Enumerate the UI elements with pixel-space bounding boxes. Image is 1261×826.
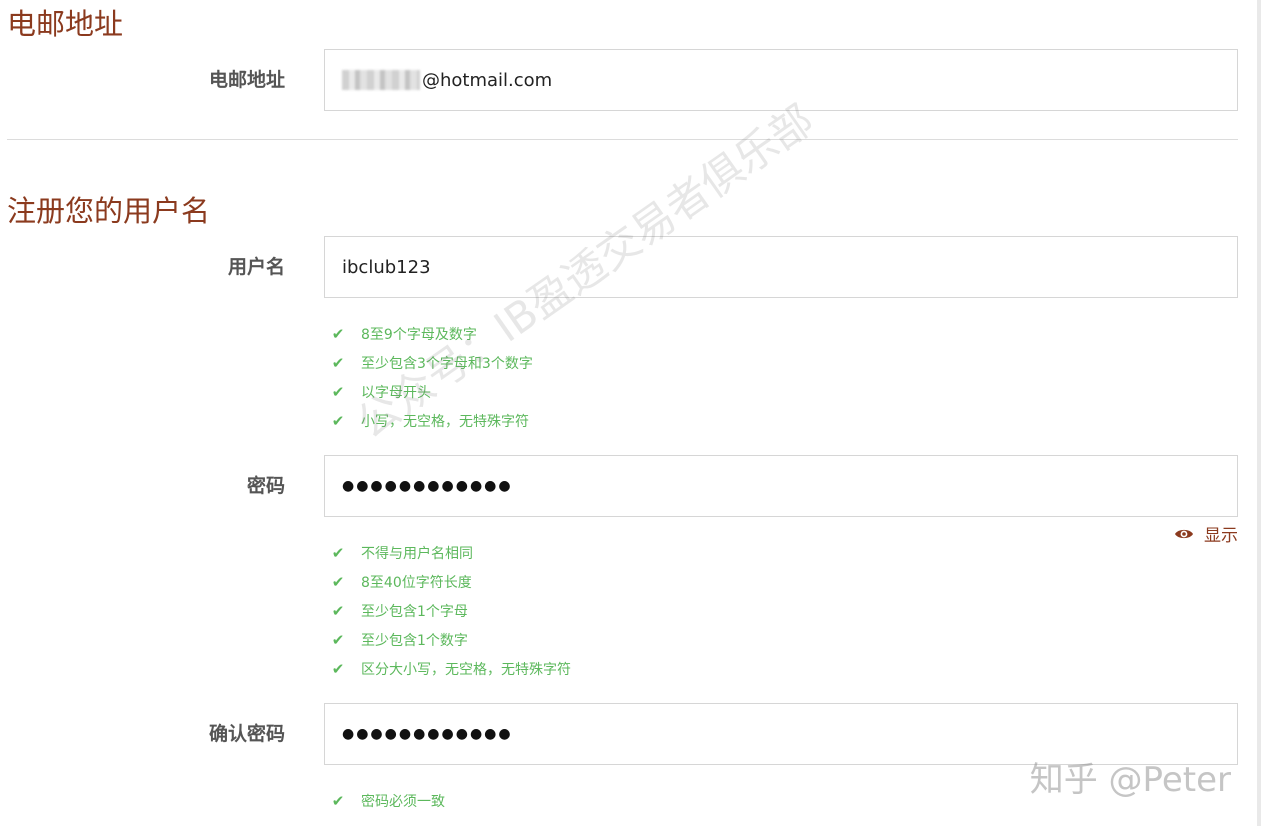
check-icon: ✔ <box>331 791 345 810</box>
password-rules-list: ✔ 不得与用户名相同 ✔ 8至40位字符长度 ✔ 至少包含1个字母 ✔ 至少包含1个数字… <box>330 538 571 683</box>
confirm-password-label: 确认密码 <box>208 723 285 745</box>
username-input-value: ibclub123 <box>342 256 431 278</box>
check-icon: ✔ <box>331 382 345 401</box>
confirm-password-input-value: ●●●●●●●●●●●● <box>342 726 513 742</box>
password-rule: ✔ 区分大小写，无空格，无特殊字符 <box>331 659 571 678</box>
username-rule: ✔ 小写，无空格，无特殊字符 <box>331 411 529 430</box>
password-label: 密码 <box>246 475 285 497</box>
email-field-value: @hotmail.com <box>422 69 553 91</box>
username-label: 用户名 <box>227 256 285 278</box>
username-rules-list: ✔ 8至9个字母及数字 ✔ 至少包含3个字母和3个数字 ✔ 以字母开头 ✔ 小写，无空格… <box>330 319 533 435</box>
check-icon: ✔ <box>331 572 345 591</box>
check-icon: ✔ <box>331 659 345 678</box>
password-rule: ✔ 至少包含1个字母 <box>331 601 468 620</box>
username-section-heading: 注册您的用户名 <box>7 194 211 228</box>
eye-icon <box>1175 529 1193 538</box>
registration-form-page: 电邮地址 电邮地址 @hotmail.com 注册您的用户名 用户名 ibclu… <box>0 0 1261 826</box>
username-rule: ✔ 以字母开头 <box>331 382 431 401</box>
email-field[interactable]: @hotmail.com <box>324 49 1238 111</box>
section-divider <box>7 139 1238 140</box>
password-input-value: ●●●●●●●●●●●● <box>342 478 513 494</box>
confirm-password-rule: ✔ 密码必须一致 <box>331 791 445 810</box>
confirm-password-rules-list: ✔ 密码必须一致 <box>330 786 445 815</box>
password-rule: ✔ 至少包含1个数字 <box>331 630 468 649</box>
check-icon: ✔ <box>331 630 345 649</box>
password-rule: ✔ 不得与用户名相同 <box>331 543 473 562</box>
check-icon: ✔ <box>331 324 345 343</box>
check-icon: ✔ <box>331 601 345 620</box>
email-section-heading: 电邮地址 <box>7 7 124 41</box>
show-password-label: 显示 <box>1204 526 1238 546</box>
redacted-email-prefix <box>342 70 420 90</box>
username-rule: ✔ 至少包含3个字母和3个数字 <box>331 353 533 372</box>
check-icon: ✔ <box>331 353 345 372</box>
confirm-password-input[interactable]: ●●●●●●●●●●●● <box>324 703 1238 765</box>
check-icon: ✔ <box>331 543 345 562</box>
show-password-toggle[interactable]: 显示 <box>1174 521 1238 546</box>
scrollbar-track[interactable] <box>1257 0 1261 826</box>
email-label: 电邮地址 <box>208 69 285 91</box>
password-input[interactable]: ●●●●●●●●●●●● <box>324 455 1238 517</box>
username-input[interactable]: ibclub123 <box>324 236 1238 298</box>
password-rule: ✔ 8至40位字符长度 <box>331 572 472 591</box>
check-icon: ✔ <box>331 411 345 430</box>
username-rule: ✔ 8至9个字母及数字 <box>331 324 477 343</box>
